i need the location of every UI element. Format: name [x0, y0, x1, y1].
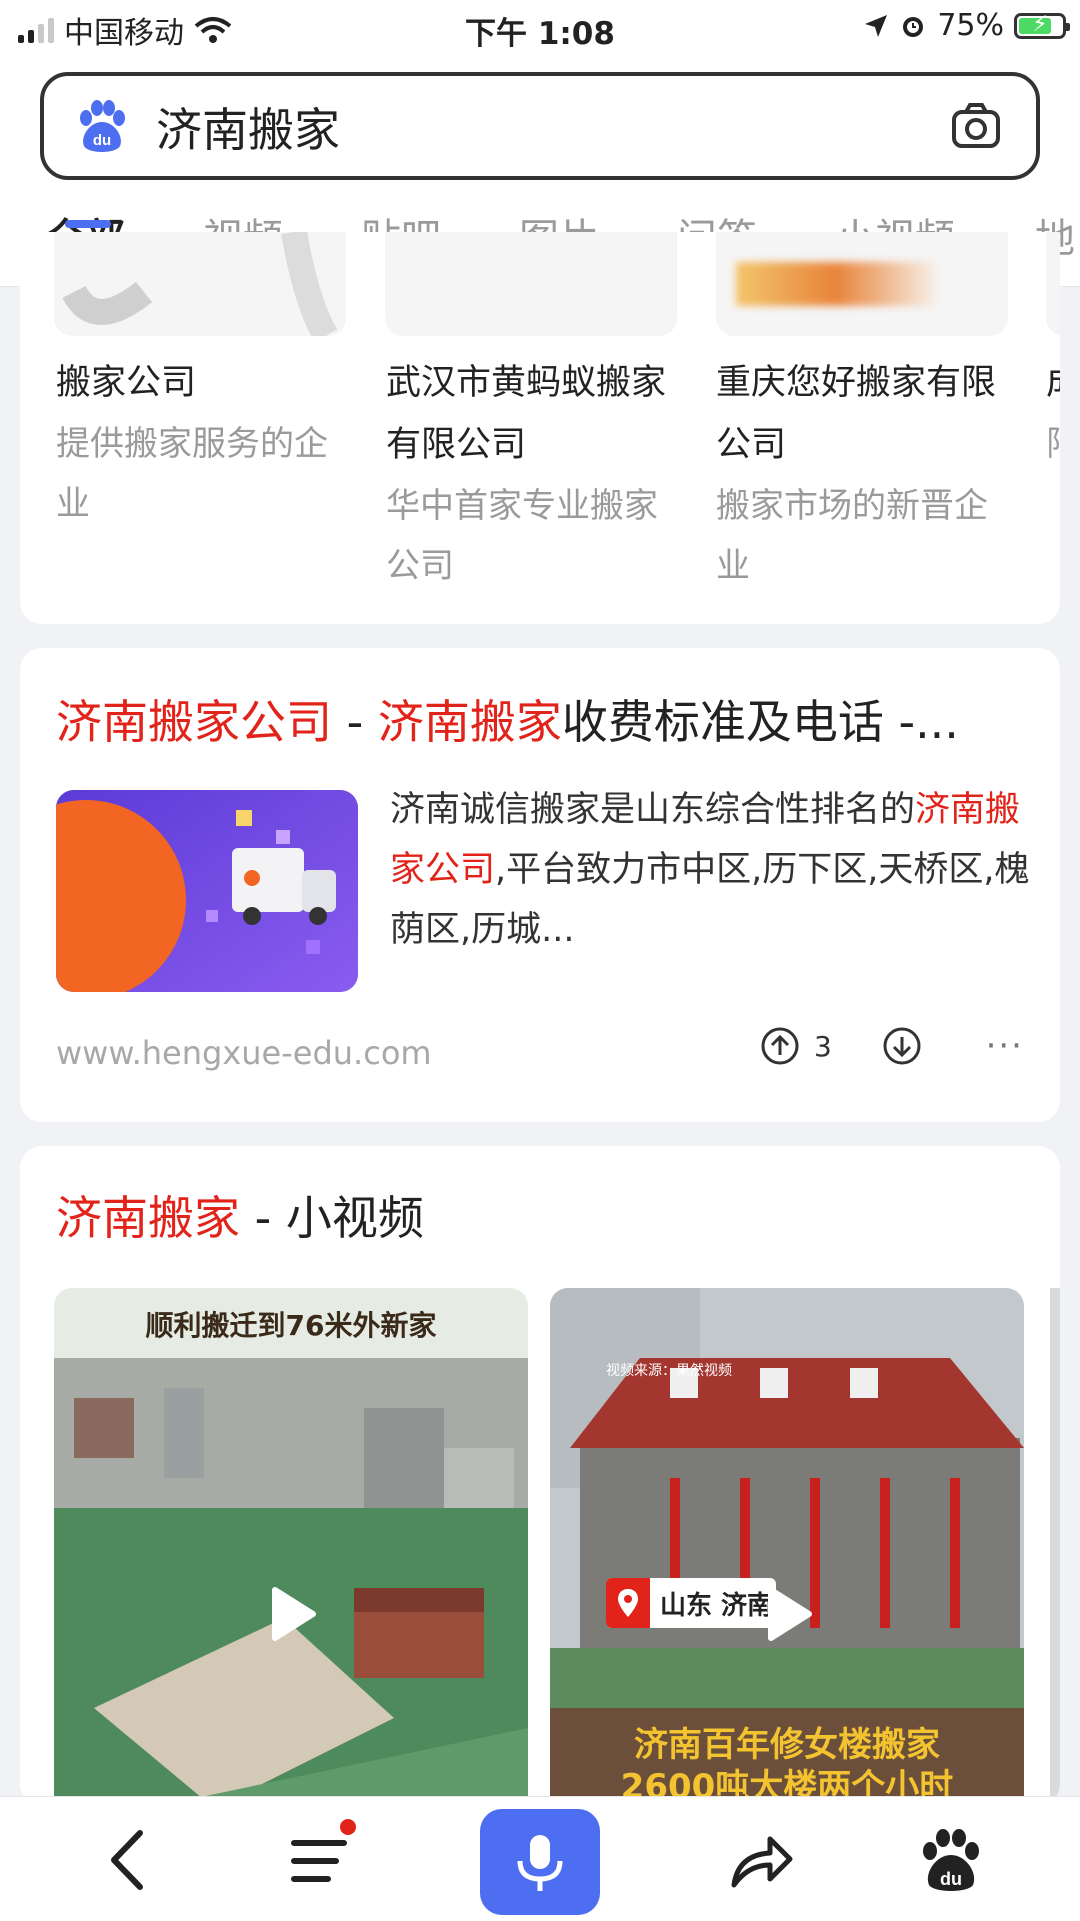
- entity-item[interactable]: 搬家公司 提供搬家服务的企业: [56, 352, 356, 534]
- baidu-paw-logo-icon: du: [80, 100, 125, 152]
- active-tab-indicator: [65, 220, 111, 228]
- menu-icon[interactable]: [284, 1825, 354, 1895]
- voice-mic-icon: [517, 1835, 563, 1891]
- entity-desc: 提供搬家服务的企业: [56, 424, 328, 524]
- share-icon[interactable]: [726, 1825, 796, 1895]
- entity-item[interactable]: 成 限: [1046, 352, 1060, 474]
- title-separator: -: [332, 695, 378, 749]
- entity-item[interactable]: 武汉市黄蚂蚁搬家有限公司 华中首家专业搬家公司: [386, 352, 686, 596]
- entity-desc: 华中首家专业搬家公司: [386, 486, 658, 586]
- location-tag: 山东 济南: [606, 1578, 776, 1628]
- entity-desc: 搬家市场的新晋企业: [716, 486, 988, 586]
- entity-image[interactable]: [1046, 232, 1060, 336]
- entity-item[interactable]: 重庆您好搬家有限公司 搬家市场的新晋企业: [716, 352, 1016, 596]
- video-watermark: 视频来源：果然视频: [606, 1363, 732, 1379]
- entity-name: 成: [1046, 352, 1060, 414]
- location-arrow-icon: [865, 14, 888, 37]
- play-icon[interactable]: [261, 1584, 321, 1644]
- back-icon[interactable]: [96, 1825, 166, 1895]
- entity-name: 重庆您好搬家有限公司: [716, 363, 997, 465]
- search-result-card[interactable]: 济南搬家公司 - 济南搬家收费标准及电话 -... 济南诚信搬家是山东综合性排名…: [20, 648, 1060, 1122]
- result-thumbnail[interactable]: [56, 790, 358, 992]
- video-thumbnail[interactable]: 视频来源：果然视频 山东 济南 济南百年修女楼搬家 2600吨大楼两个小时: [550, 1288, 1024, 1806]
- location-pin-icon: [606, 1578, 650, 1628]
- video-caption: 顺利搬迁到76米外新家: [145, 1309, 437, 1342]
- next-video-peek[interactable]: [1050, 1288, 1060, 1806]
- section-title[interactable]: 济南搬家 - 小视频: [56, 1182, 424, 1248]
- result-title-link[interactable]: 济南搬家公司 - 济南搬家收费标准及电话 -...: [56, 686, 1036, 752]
- more-options-icon[interactable]: ···: [986, 1026, 1024, 1066]
- entity-image[interactable]: [54, 232, 346, 336]
- search-input[interactable]: 济南搬家: [156, 94, 340, 160]
- upvote-icon[interactable]: [760, 1026, 800, 1066]
- search-box[interactable]: du 济南搬家: [40, 72, 1040, 180]
- baidu-paw-icon[interactable]: du: [916, 1825, 986, 1895]
- play-icon[interactable]: [757, 1584, 817, 1644]
- bottom-nav-bar: du: [0, 1796, 1080, 1921]
- result-domain[interactable]: www.hengxue-edu.com: [56, 1034, 432, 1072]
- entity-image[interactable]: [385, 232, 677, 336]
- entity-image[interactable]: [716, 232, 1008, 336]
- entity-name: 搬家公司: [56, 363, 197, 403]
- battery-percent: 75%: [937, 8, 1004, 43]
- battery-icon: ⚡: [1014, 12, 1070, 39]
- related-companies-card: 搬家公司 提供搬家服务的企业 武汉市黄蚂蚁搬家有限公司 华中首家专业搬家公司 重…: [20, 232, 1060, 624]
- notification-dot: [340, 1819, 356, 1835]
- title-rest: 收费标准及电话 -...: [561, 695, 959, 749]
- title-rest: - 小视频: [240, 1191, 424, 1245]
- title-highlight: 济南搬家: [377, 695, 562, 749]
- title-highlight: 济南搬家公司: [56, 695, 332, 749]
- short-video-card: 济南搬家 - 小视频 顺利搬迁到76米外新家 视频来源：果然视频 山东 济南 济…: [20, 1146, 1060, 1806]
- video-thumbnail[interactable]: 顺利搬迁到76米外新家: [54, 1288, 528, 1806]
- upvote-count: 3: [814, 1029, 832, 1063]
- svg-text:du: du: [93, 132, 111, 149]
- downvote-icon[interactable]: [882, 1026, 922, 1066]
- alarm-icon: [903, 16, 924, 37]
- entity-desc: 限: [1046, 414, 1060, 474]
- svg-text:du: du: [940, 1869, 962, 1889]
- title-highlight: 济南搬家: [56, 1191, 240, 1245]
- camera-icon[interactable]: [950, 100, 1002, 152]
- entity-name: 武汉市黄蚂蚁搬家有限公司: [386, 363, 667, 465]
- snippet-text: 济南诚信搬家是山东综合性排名的: [390, 790, 916, 830]
- voice-search-button[interactable]: [480, 1809, 600, 1915]
- vote-controls: 3: [760, 1026, 922, 1066]
- caption-line: 济南百年修女楼搬家: [634, 1725, 940, 1765]
- video-caption: 济南百年修女楼搬家 2600吨大楼两个小时: [550, 1724, 1024, 1806]
- result-snippet: 济南诚信搬家是山东综合性排名的济南搬家公司,平台致力市中区,历下区,天桥区,槐荫…: [390, 780, 1030, 960]
- status-bar: 中国移动 下午 1:08 75% ⚡: [0, 0, 1080, 56]
